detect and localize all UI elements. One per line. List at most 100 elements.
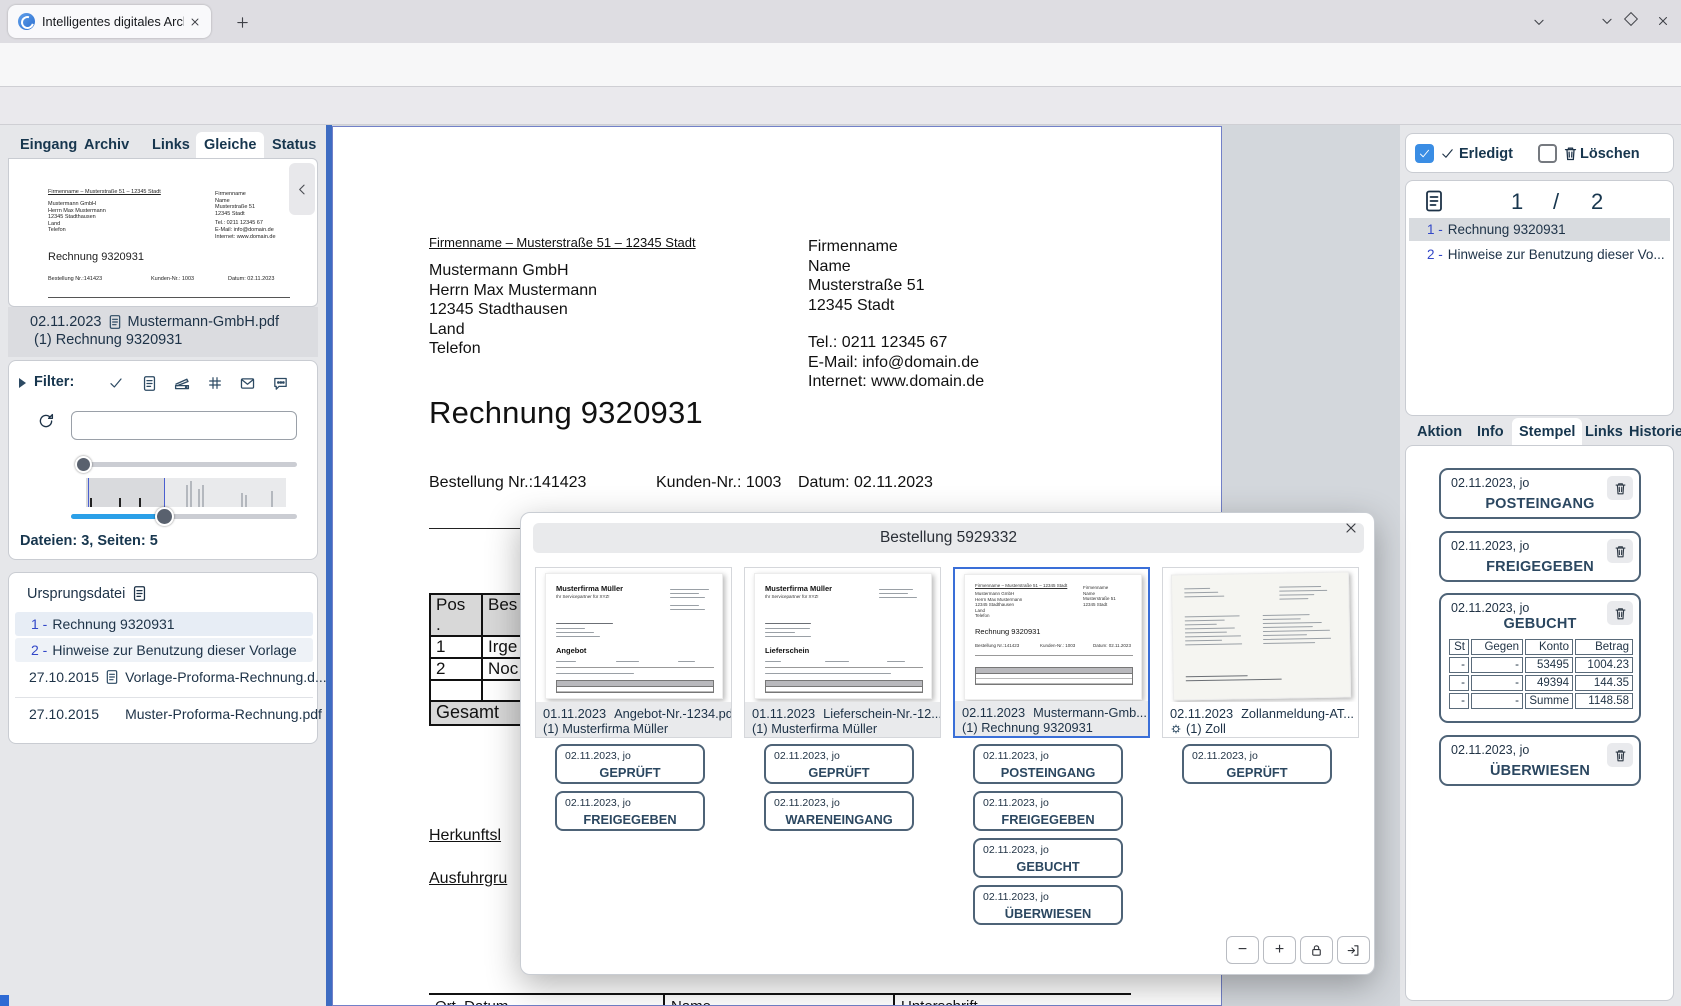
browser-tab[interactable]: Intelligentes digitales Arch — [8, 5, 211, 38]
stamps-panel: 02.11.2023, jo POSTEINGANG 02.11.2023, j… — [1405, 445, 1674, 1001]
site-favicon-icon — [18, 13, 35, 30]
thumb-title: Rechnung 9320931 — [48, 251, 144, 263]
filter-comment-icon[interactable] — [269, 373, 291, 393]
dialog-import-button[interactable] — [1337, 936, 1370, 964]
sidebar-tab-eingang[interactable]: Eingang — [12, 132, 85, 158]
redacted-text — [1186, 671, 1306, 681]
new-tab-button[interactable] — [232, 12, 252, 32]
page-list-item[interactable]: 2 - Hinweise zur Benutzung dieser Vo... — [1409, 243, 1670, 266]
file-name: Mustermann-GmbH.pdf — [128, 314, 280, 330]
pages-current[interactable]: 1 — [1511, 189, 1523, 215]
source-file-item[interactable]: 27.10.2015 Muster-Proforma-Rechnung.pdf — [29, 706, 322, 722]
doc-sender-line: Firmenname – Musterstraße 51 – 12345 Sta… — [429, 235, 696, 250]
redacted-text — [887, 658, 913, 662]
done-checkbox[interactable] — [1415, 144, 1434, 163]
mini-recipient: Mustermann GmbHHerrn Max Mustermann12345… — [975, 591, 1022, 619]
linked-doc-rechnung-selected[interactable]: Firmenname – Musterstraße 51 – 12345 Sta… — [953, 567, 1150, 738]
dialog-zoom-in-button[interactable]: + — [1263, 936, 1296, 964]
redacted-text — [1279, 583, 1334, 600]
pages-separator: / — [1553, 189, 1559, 215]
filter-grid-icon[interactable] — [204, 373, 226, 393]
redacted-text — [765, 625, 815, 637]
mini-company: FirmennameNameMusterstraße 5112345 Stadt — [1083, 585, 1116, 607]
stamp-ueberwiesen: 02.11.2023, joÜBERWIESEN — [973, 885, 1123, 925]
linked-doc-lieferschein[interactable]: Musterfirma Müller Ihr Servicepartner fü… — [744, 567, 941, 738]
document-thumbnail-panel[interactable]: Firmenname – Musterstraße 51 – 12345 Sta… — [8, 158, 318, 307]
dialog-close-icon[interactable] — [1342, 519, 1360, 537]
dialog-title-bar[interactable]: Bestellung 5929332 — [533, 523, 1364, 553]
filter-document-icon[interactable] — [138, 373, 160, 393]
sidebar-tab-status[interactable]: Status — [264, 132, 324, 158]
redacted-text — [825, 658, 851, 662]
redacted-text — [556, 625, 606, 637]
stamp-geprueft: 02.11.2023, joGEPRÜFT — [1182, 744, 1332, 784]
filter-reload-icon[interactable] — [35, 411, 57, 431]
right-tab-stempel[interactable]: Stempel — [1512, 418, 1582, 445]
filter-disclosure-icon[interactable] — [19, 378, 26, 388]
file-subtitle: (1) Rechnung 9320931 — [34, 332, 182, 348]
linked-doc-zollanmeldung[interactable]: 02.11.2023 Zollanmeldung-AT... (1) Zoll — [1162, 567, 1359, 738]
doc-recipient-address: Mustermann GmbHHerrn Max Mustermann12345… — [429, 261, 597, 359]
list-tabs-chevron-icon[interactable] — [1528, 12, 1550, 32]
date-histogram[interactable] — [86, 478, 286, 507]
linked-documents-dialog: Bestellung 5929332 Musterfirma Müller Ih… — [520, 512, 1375, 975]
sidebar-tab-links[interactable]: Links — [144, 132, 198, 158]
stamp-geprueft: 02.11.2023, joGEPRÜFT — [555, 744, 705, 784]
doc-meta-order: Bestellung Nr.:141423 — [429, 474, 586, 492]
linked-doc-caption: 01.11.2023 Lieferschein-Nr.-12... (1) Mu… — [745, 702, 940, 737]
tab-close-icon[interactable] — [187, 14, 203, 30]
stamp-geprueft: 02.11.2023, joGEPRÜFT — [764, 744, 914, 784]
source-page-item[interactable]: 1 - Rechnung 9320931 — [15, 612, 313, 636]
done-label: Erledigt — [1459, 146, 1513, 162]
thumb-meta-customer: Kunden-Nr.: 1003 — [151, 276, 194, 283]
linked-doc-caption: 02.11.2023 Mustermann-Gmb... (1) Rechnun… — [955, 701, 1148, 736]
redacted-text — [678, 658, 704, 662]
delete-label: Löschen — [1580, 146, 1640, 162]
thumb-sender-line: Firmenname – Musterstraße 51 – 12345 Sta… — [48, 189, 161, 196]
sidebar-tab-archiv[interactable]: Archiv — [76, 132, 137, 158]
range-slider-bottom-handle[interactable] — [155, 507, 174, 526]
filter-panel: Filter: Dateien: 3, Seiten: 5 — [8, 360, 318, 560]
range-slider-top[interactable] — [81, 462, 297, 467]
sidebar-tab-gleiche[interactable]: Gleiche — [196, 132, 264, 158]
dialog-lock-button[interactable] — [1300, 936, 1333, 964]
dms-toolbar: .pdf 1 2 T − + 1 / 2 — [0, 87, 1681, 125]
pages-total: 2 — [1591, 189, 1603, 215]
doc-export-label: Ausfuhrgru — [429, 870, 507, 888]
window-close-icon[interactable] — [1652, 11, 1674, 31]
trash-icon — [1562, 145, 1579, 162]
file-list-item[interactable]: 02.11.2023 Mustermann-GmbH.pdf (1) Rechn… — [8, 307, 318, 357]
resize-corner — [0, 995, 9, 1006]
source-page-item[interactable]: 2 - Hinweise zur Benutzung dieser Vorlag… — [15, 638, 313, 662]
filter-mail-icon[interactable] — [236, 373, 258, 393]
doc-meta-customer: Kunden-Nr.: 1003 — [656, 474, 781, 492]
right-tab-historie[interactable]: Historie — [1622, 418, 1681, 445]
filter-scanner-icon[interactable] — [171, 373, 193, 393]
doc-company-contact: Tel.: 0211 12345 67E-Mail: info@domain.d… — [808, 333, 984, 392]
redacted-text — [556, 658, 582, 662]
doc-title: Rechnung 9320931 — [429, 395, 703, 431]
browser-navigation-bar: https://dms.spiraltrax.com — [0, 43, 1681, 87]
window-maximize-icon[interactable] — [1626, 14, 1636, 24]
document-icon — [107, 314, 123, 330]
redacted-text — [765, 620, 833, 624]
doc-meta-date: Datum: 02.11.2023 — [798, 474, 933, 492]
source-file-panel: Ursprungsdatei 1 - Rechnung 9320931 2 - … — [8, 572, 318, 744]
right-tab-info[interactable]: Info — [1470, 418, 1511, 445]
status-actions-panel: Erledigt Löschen — [1405, 133, 1674, 173]
doc-company-block: FirmennameNameMusterstraße 5112345 Stadt — [808, 237, 924, 315]
source-file-item[interactable]: 27.10.2015 Vorlage-Proforma-Rechnung.d..… — [29, 669, 327, 685]
window-minimize-icon[interactable] — [1596, 11, 1618, 31]
filter-check-icon[interactable] — [105, 373, 127, 393]
dialog-zoom-out-button[interactable]: − — [1226, 936, 1259, 964]
filter-search-input[interactable] — [71, 411, 297, 440]
doc-signature-row: Ort, Datum Name Unterschrift — [429, 993, 1131, 1006]
right-tab-aktion[interactable]: Aktion — [1410, 418, 1469, 445]
range-slider-top-handle[interactable] — [75, 456, 92, 473]
file-date: 02.11.2023 — [30, 314, 102, 330]
thumb-divider — [48, 297, 290, 298]
page-list-item-selected[interactable]: 1 - Rechnung 9320931 — [1409, 218, 1670, 241]
collapse-thumbnail-chevron-icon[interactable] — [289, 163, 315, 215]
linked-doc-angebot[interactable]: Musterfirma Müller Ihr Servicepartner fü… — [535, 567, 732, 738]
delete-checkbox[interactable] — [1538, 144, 1557, 163]
